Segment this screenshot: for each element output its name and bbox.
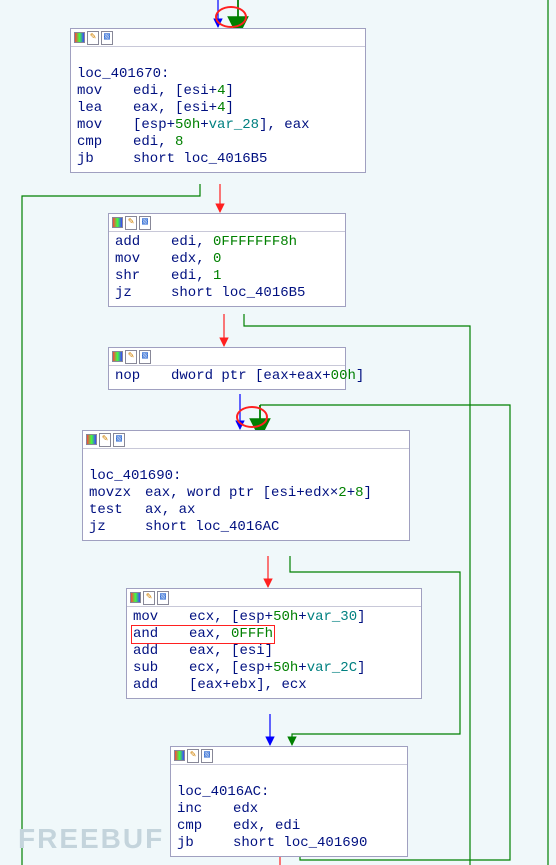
node-body: loc_401690:movzxeax, word ptr [esi+edx×2… <box>83 449 409 540</box>
basic-block-node[interactable]: ▮ ✎ ▧ loc_401690:movzxeax, word ptr [esi… <box>82 430 410 541</box>
palette-icon: ▮ <box>112 351 123 362</box>
basic-block-node[interactable]: ▮ ✎ ▧ loc_4016AC:incedxcmpedx, edijbshor… <box>170 746 408 857</box>
window-icon: ▧ <box>139 350 151 364</box>
instruction-row: addedi, 0FFFFFFF8h <box>115 234 339 251</box>
node-header: ▮ ✎ ▧ <box>109 214 345 232</box>
block-label: loc_401690: <box>89 451 403 485</box>
node-header: ▮ ✎ ▧ <box>127 589 421 607</box>
window-icon: ▧ <box>157 591 169 605</box>
basic-block-node[interactable]: ▮ ✎ ▧ addedi, 0FFFFFFF8hmovedx, 0shredi,… <box>108 213 346 307</box>
watermark: FREEBUF <box>18 823 164 855</box>
annotation-circle-loop <box>236 406 268 428</box>
instruction-row: jbshort loc_401690 <box>177 835 401 852</box>
node-header: ▮ ✎ ▧ <box>71 29 365 47</box>
instruction-row: leaeax, [esi+4] <box>77 100 359 117</box>
node-body: nopdword ptr [eax+eax+00h] <box>109 366 345 389</box>
pencil-icon: ✎ <box>99 433 111 447</box>
instruction-row: andeax, 0FFFh <box>133 626 415 643</box>
basic-block-node[interactable]: ▮ ✎ ▧ loc_401670:movedi, [esi+4]leaeax, … <box>70 28 366 173</box>
window-icon: ▧ <box>101 31 113 45</box>
palette-icon: ▮ <box>86 434 97 445</box>
pencil-icon: ✎ <box>87 31 99 45</box>
instruction-row: jzshort loc_4016AC <box>89 519 403 536</box>
pencil-icon: ✎ <box>125 216 137 230</box>
instruction-row: jzshort loc_4016B5 <box>115 285 339 302</box>
block-label: loc_4016AC: <box>177 767 401 801</box>
palette-icon: ▮ <box>174 750 185 761</box>
node-body: addedi, 0FFFFFFF8hmovedx, 0shredi, 1jzsh… <box>109 232 345 306</box>
pencil-icon: ✎ <box>187 749 199 763</box>
instruction-row: add[eax+ebx], ecx <box>133 677 415 694</box>
palette-icon: ▮ <box>130 592 141 603</box>
instruction-row: jbshort loc_4016B5 <box>77 151 359 168</box>
instruction-row: addeax, [esi] <box>133 643 415 660</box>
pencil-icon: ✎ <box>125 350 137 364</box>
palette-icon: ▮ <box>112 217 123 228</box>
node-body: loc_401670:movedi, [esi+4]leaeax, [esi+4… <box>71 47 365 172</box>
node-body: loc_4016AC:incedxcmpedx, edijbshort loc_… <box>171 765 407 856</box>
node-header: ▮ ✎ ▧ <box>83 431 409 449</box>
instruction-row: nopdword ptr [eax+eax+00h] <box>115 368 339 385</box>
palette-icon: ▮ <box>74 32 85 43</box>
instruction-row: cmpedi, 8 <box>77 134 359 151</box>
pencil-icon: ✎ <box>143 591 155 605</box>
node-body: movecx, [esp+50h+var_30]andeax, 0FFFhadd… <box>127 607 421 698</box>
block-label: loc_401670: <box>77 49 359 83</box>
instruction-row: subecx, [esp+50h+var_2C] <box>133 660 415 677</box>
instruction-row: movecx, [esp+50h+var_30] <box>133 609 415 626</box>
window-icon: ▧ <box>201 749 213 763</box>
instruction-row: testax, ax <box>89 502 403 519</box>
annotation-circle-top <box>215 6 247 28</box>
instruction-row: movedi, [esi+4] <box>77 83 359 100</box>
instruction-row: mov[esp+50h+var_28], eax <box>77 117 359 134</box>
node-header: ▮ ✎ ▧ <box>171 747 407 765</box>
window-icon: ▧ <box>113 433 125 447</box>
node-header: ▮ ✎ ▧ <box>109 348 345 366</box>
instruction-row: incedx <box>177 801 401 818</box>
basic-block-node[interactable]: ▮ ✎ ▧ movecx, [esp+50h+var_30]andeax, 0F… <box>126 588 422 699</box>
window-icon: ▧ <box>139 216 151 230</box>
instruction-row: shredi, 1 <box>115 268 339 285</box>
instruction-row: cmpedx, edi <box>177 818 401 835</box>
instruction-row: movzxeax, word ptr [esi+edx×2+8] <box>89 485 403 502</box>
basic-block-node[interactable]: ▮ ✎ ▧ nopdword ptr [eax+eax+00h] <box>108 347 346 390</box>
instruction-row: movedx, 0 <box>115 251 339 268</box>
